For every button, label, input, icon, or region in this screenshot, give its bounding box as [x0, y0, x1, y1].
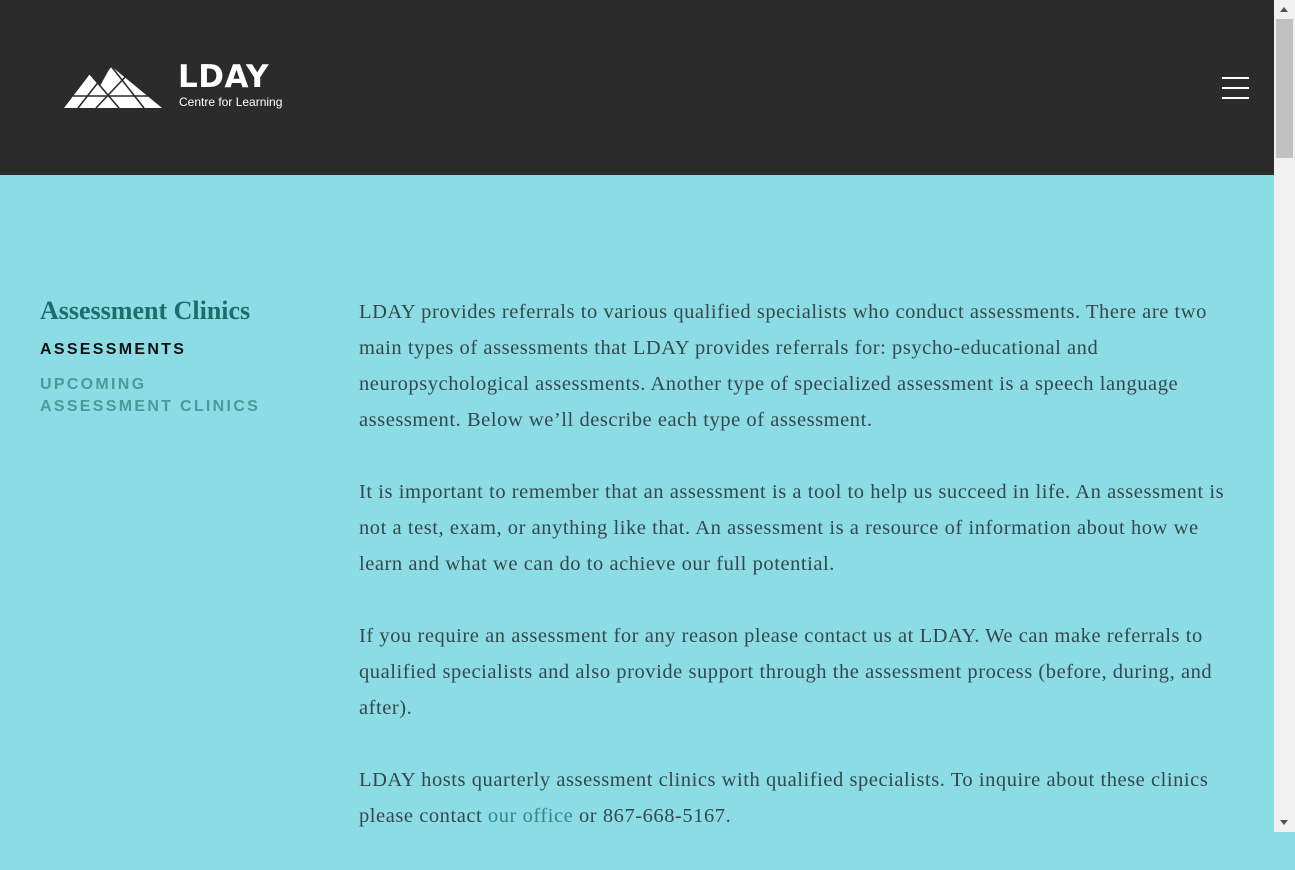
clinics-text: LDAY hosts quarterly assessment clinics …: [359, 769, 1209, 827]
sidebar-item-upcoming-assessment-clinics[interactable]: Upcoming Assessment Clinics: [40, 374, 280, 418]
scroll-up-icon[interactable]: [1280, 7, 1288, 12]
mountain-logo-icon: [64, 65, 162, 109]
paragraph-clinics: LDAY hosts quarterly assessment clinics …: [359, 762, 1239, 834]
scrollbar-thumb[interactable]: [1276, 19, 1293, 158]
main-content: LDAY provides referrals to various quali…: [359, 294, 1239, 870]
paragraph-contact-referrals: If you require an assessment for any rea…: [359, 625, 1213, 719]
site-header: LDAY Centre for Learning: [0, 0, 1274, 175]
hamburger-menu-icon[interactable]: [1218, 74, 1250, 102]
vertical-scrollbar[interactable]: [1274, 0, 1295, 832]
sidebar-nav: Assessments Upcoming Assessment Clinics: [40, 339, 300, 418]
logo-subtitle: Centre for Learning: [179, 95, 283, 109]
sidebar-item-assessments[interactable]: Assessments: [40, 339, 300, 361]
paragraph-assessment-tool: It is important to remember that an asse…: [359, 481, 1225, 575]
sidebar-title: Assessment Clinics: [40, 296, 251, 325]
site-logo[interactable]: LDAY Centre for Learning: [64, 59, 294, 114]
our-office-link[interactable]: our office: [488, 805, 573, 827]
phone-text: or 867-668-5167.: [573, 805, 732, 827]
paragraph-intro: LDAY provides referrals to various quali…: [359, 301, 1207, 431]
logo-title: LDAY: [178, 59, 269, 95]
scroll-down-icon[interactable]: [1280, 820, 1288, 825]
sidebar: Assessment Clinics Assessments Upcoming …: [40, 295, 300, 418]
